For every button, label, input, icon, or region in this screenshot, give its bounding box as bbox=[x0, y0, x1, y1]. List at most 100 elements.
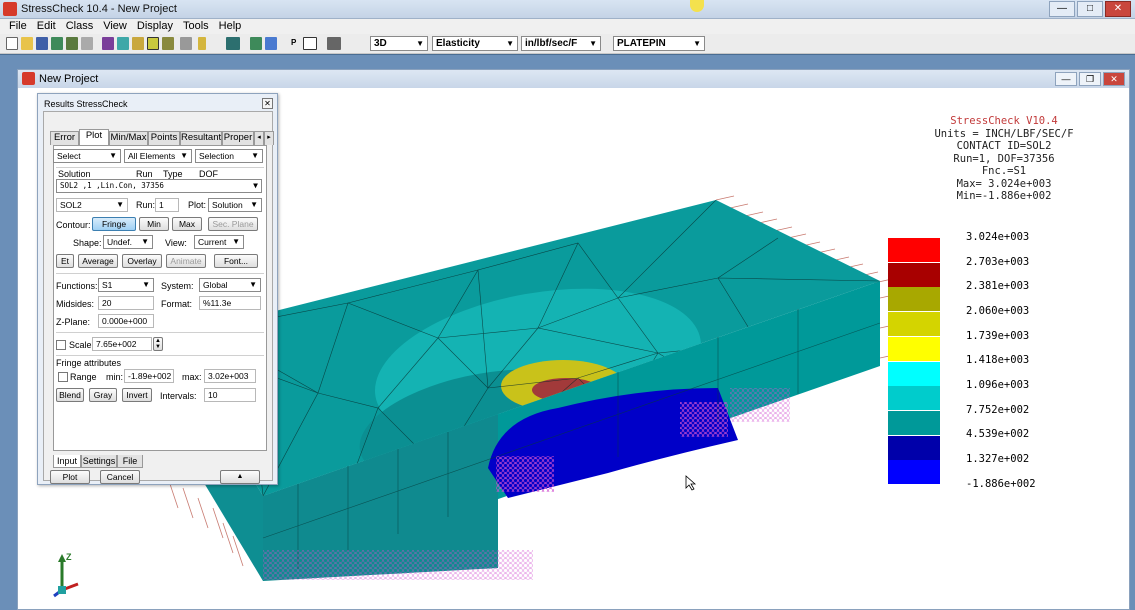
max-button[interactable]: Max bbox=[172, 217, 202, 231]
et-button[interactable]: Et bbox=[56, 254, 74, 268]
menu-file[interactable]: File bbox=[4, 19, 32, 34]
tab-minmax[interactable]: Min/Max bbox=[109, 131, 148, 145]
intervals-input[interactable]: 10 bbox=[204, 388, 256, 402]
scale-input[interactable]: 7.65e+002 bbox=[92, 337, 152, 351]
max-range-input[interactable]: 3.02e+003 bbox=[204, 369, 256, 383]
tab-properties[interactable]: Proper bbox=[222, 131, 254, 145]
print-icon[interactable] bbox=[81, 37, 93, 50]
menu-view[interactable]: View bbox=[98, 19, 132, 34]
min-label: min: bbox=[106, 372, 124, 382]
tab-settings[interactable]: Settings bbox=[81, 455, 117, 468]
new-file-icon[interactable] bbox=[6, 37, 18, 50]
type-header: Type bbox=[163, 169, 183, 179]
scale-spinner[interactable]: ▲ ▼ bbox=[153, 337, 163, 351]
min-button[interactable]: Min bbox=[139, 217, 169, 231]
overlay-button[interactable]: Overlay bbox=[122, 254, 162, 268]
plot-type-dropdown[interactable]: Solution ▼ bbox=[208, 198, 262, 212]
solution-list-dropdown[interactable]: SOL2 ,1 ,Lin.Con, 37356 ▼ bbox=[56, 179, 262, 193]
run-input[interactable]: 1 bbox=[155, 198, 179, 212]
view-mode-select[interactable]: 3D ▼ bbox=[370, 36, 428, 51]
legend-label: -1.886e+002 bbox=[966, 478, 1036, 490]
tab-resultant[interactable]: Resultant bbox=[180, 131, 222, 145]
scale-checkbox[interactable] bbox=[56, 340, 66, 350]
legend-swatch bbox=[888, 238, 940, 262]
functions-label: Functions: bbox=[56, 281, 98, 291]
menu-class[interactable]: Class bbox=[61, 19, 99, 34]
project-close-button[interactable]: ✕ bbox=[1103, 72, 1125, 86]
legend-swatch bbox=[888, 287, 940, 312]
min-range-input[interactable]: -1.89e+002 bbox=[124, 369, 174, 383]
tab-scroll-right-icon[interactable]: ▸ bbox=[264, 131, 274, 145]
dialog-body: Error Plot Min/Max Points Resultant Prop… bbox=[43, 111, 274, 484]
chevron-down-icon: ▼ bbox=[251, 151, 259, 160]
stresscheck-logo-icon bbox=[3, 2, 17, 16]
open-folder-icon[interactable] bbox=[21, 37, 33, 50]
invert-button[interactable]: Invert bbox=[122, 388, 152, 402]
solution-name-dropdown[interactable]: SOL2 ▼ bbox=[56, 198, 128, 212]
close-button[interactable]: ✕ bbox=[1105, 1, 1131, 17]
tab-error[interactable]: Error bbox=[50, 131, 79, 145]
system-dropdown[interactable]: Global ▼ bbox=[199, 278, 261, 292]
range-checkbox[interactable] bbox=[58, 372, 68, 382]
midsides-input[interactable]: 20 bbox=[98, 296, 154, 310]
help-icon[interactable] bbox=[198, 37, 206, 50]
chart-icon[interactable] bbox=[265, 37, 277, 50]
selection-dropdown[interactable]: Selection ▼ bbox=[195, 149, 263, 163]
zplane-input[interactable]: 0.000e+000 bbox=[98, 314, 154, 328]
tab-input[interactable]: Input bbox=[53, 455, 81, 468]
fringe-button[interactable]: Fringe bbox=[92, 217, 136, 231]
material-icon[interactable] bbox=[132, 37, 144, 50]
blend-button[interactable]: Blend bbox=[56, 388, 84, 402]
geometry-icon[interactable] bbox=[102, 37, 114, 50]
scale-label: Scale: bbox=[69, 340, 95, 350]
menu-edit[interactable]: Edit bbox=[32, 19, 61, 34]
plot-button[interactable]: Plot bbox=[50, 470, 90, 484]
range-label: Range bbox=[70, 372, 97, 382]
fringe-icon[interactable] bbox=[303, 37, 317, 50]
model-select[interactable]: PLATEPIN ▼ bbox=[613, 36, 705, 51]
average-button[interactable]: Average bbox=[78, 254, 118, 268]
units-select[interactable]: in/lbf/sec/F ▼ bbox=[521, 36, 601, 51]
axis-icon[interactable] bbox=[250, 37, 262, 50]
format-input[interactable]: %11.3e bbox=[199, 296, 261, 310]
gray-button[interactable]: Gray bbox=[89, 388, 117, 402]
cancel-button[interactable]: Cancel bbox=[100, 470, 140, 484]
dialog-close-button[interactable]: ✕ bbox=[262, 98, 273, 109]
legend-swatch bbox=[888, 336, 940, 361]
analysis-select[interactable]: Elasticity ▼ bbox=[432, 36, 518, 51]
animate-button[interactable]: Animate bbox=[166, 254, 206, 268]
tab-file[interactable]: File bbox=[117, 455, 143, 468]
save-icon[interactable] bbox=[36, 37, 48, 50]
maximize-button[interactable]: □ bbox=[1077, 1, 1103, 17]
sec-plane-button[interactable]: Sec. Plane bbox=[208, 217, 258, 231]
functions-dropdown[interactable]: S1 ▼ bbox=[98, 278, 154, 292]
view-icon[interactable] bbox=[327, 37, 341, 50]
loads-icon[interactable] bbox=[147, 37, 159, 50]
elements-dropdown[interactable]: All Elements ▼ bbox=[124, 149, 192, 163]
select-mode-dropdown[interactable]: Select ▼ bbox=[53, 149, 121, 163]
tab-plot[interactable]: Plot bbox=[79, 129, 109, 145]
shape-dropdown[interactable]: Undef. ▼ bbox=[103, 235, 153, 249]
menu-help[interactable]: Help bbox=[214, 19, 247, 34]
project-restore-button[interactable]: ❐ bbox=[1079, 72, 1101, 86]
tab-scroll-left-icon[interactable]: ◂ bbox=[254, 131, 264, 145]
tab-points[interactable]: Points bbox=[148, 131, 180, 145]
legend-swatch bbox=[888, 361, 940, 386]
export-icon[interactable] bbox=[66, 37, 78, 50]
menu-display[interactable]: Display bbox=[132, 19, 178, 34]
legend-label: 3.024e+003 bbox=[966, 231, 1030, 243]
mesh-icon[interactable] bbox=[117, 37, 129, 50]
menu-tools[interactable]: Tools bbox=[178, 19, 214, 34]
font-button[interactable]: Font... bbox=[214, 254, 258, 268]
collapse-button[interactable]: ▲ bbox=[220, 470, 260, 484]
view-dropdown[interactable]: Current ▼ bbox=[194, 235, 244, 249]
display-mode-icon[interactable] bbox=[226, 37, 240, 50]
project-minimize-button[interactable]: — bbox=[1055, 72, 1077, 86]
import-icon[interactable] bbox=[51, 37, 63, 50]
fringe-attributes-label: Fringe attributes bbox=[56, 358, 122, 368]
solve-icon[interactable] bbox=[180, 37, 192, 50]
constraints-icon[interactable] bbox=[162, 37, 174, 50]
minimize-button[interactable]: — bbox=[1049, 1, 1075, 17]
chevron-down-icon: ▼ bbox=[416, 39, 424, 48]
system-label: System: bbox=[161, 281, 194, 291]
